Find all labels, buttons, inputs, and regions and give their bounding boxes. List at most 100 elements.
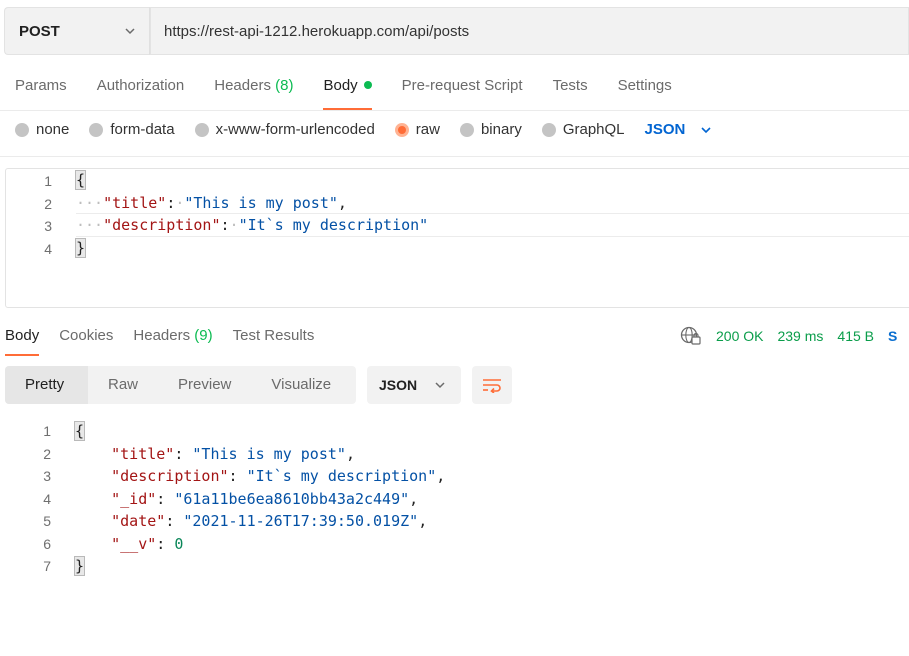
line-number: 6: [43, 535, 51, 552]
indent-dots: ·: [229, 216, 239, 234]
line-number: 4: [43, 490, 51, 507]
tab-label: Test Results: [232, 327, 315, 344]
radio-label: raw: [415, 121, 440, 138]
colon: :: [156, 489, 175, 508]
radio-binary[interactable]: binary: [459, 121, 522, 138]
tab-response-headers[interactable]: Headers (9): [133, 326, 212, 348]
method-select[interactable]: POST: [4, 7, 149, 55]
json-key: "date": [111, 512, 166, 530]
line-number: 3: [44, 218, 52, 234]
tab-label: Headers: [133, 327, 191, 344]
json-key: "title": [111, 444, 175, 463]
colon: :: [220, 216, 230, 234]
radio-circle-icon: [194, 122, 209, 137]
headers-count: (8): [275, 77, 294, 94]
chevron-down-icon: [435, 382, 445, 389]
tab-body[interactable]: Body: [323, 76, 372, 110]
radio-label: binary: [480, 121, 522, 138]
comma: ,: [436, 467, 446, 485]
radio-circle-icon: [89, 122, 104, 137]
body-format-select[interactable]: JSON: [645, 121, 714, 138]
comma: ,: [337, 193, 347, 212]
line-numbers: 1 2 3 4 5 6 7: [31, 420, 51, 578]
tab-headers[interactable]: Headers (8): [214, 76, 293, 100]
colon: :: [165, 512, 184, 530]
radio-none[interactable]: none: [15, 121, 69, 138]
response-format-select[interactable]: JSON: [367, 366, 461, 404]
radio-x-www-form-urlencoded[interactable]: x-www-form-urlencoded: [194, 121, 375, 138]
radio-circle-icon: [15, 122, 29, 137]
status-code[interactable]: 200 OK: [716, 328, 763, 344]
json-key: "description": [103, 216, 221, 234]
open-brace: {: [73, 421, 86, 441]
tab-settings[interactable]: Settings: [618, 76, 672, 100]
tab-cookies[interactable]: Cookies: [59, 326, 113, 348]
method-label: POST: [19, 22, 60, 40]
view-tab-visualize[interactable]: Visualize: [251, 366, 351, 404]
tab-label: Authorization: [96, 77, 185, 94]
response-time[interactable]: 239 ms: [777, 328, 823, 344]
json-key: "description": [111, 467, 229, 485]
line-number: 4: [44, 240, 52, 257]
request-body-editor[interactable]: 1 2 3 4 {···"title":·"This is my post", ·…: [5, 168, 909, 308]
tab-label: Raw: [108, 376, 139, 393]
radio-label: none: [36, 121, 70, 138]
request-bar: POST https://rest-api-1212.herokuapp.com…: [4, 7, 909, 55]
colon: :: [166, 193, 176, 212]
tab-authorization[interactable]: Authorization: [97, 76, 185, 100]
comma: ,: [418, 512, 428, 530]
url-text: https://rest-api-1212.herokuapp.com/api/…: [164, 22, 470, 40]
divider: [0, 156, 909, 157]
comma: ,: [345, 444, 355, 463]
line-number: 5: [43, 513, 51, 529]
tab-label: Body: [323, 77, 358, 94]
close-brace: }: [73, 556, 86, 576]
json-key: "__v": [111, 534, 157, 553]
url-input[interactable]: https://rest-api-1212.herokuapp.com/api/…: [150, 7, 909, 55]
save-response-truncated[interactable]: S: [888, 328, 897, 344]
json-value: 0: [174, 534, 184, 553]
tab-params[interactable]: Params: [15, 76, 67, 100]
tab-label: Cookies: [59, 327, 114, 344]
tab-label: Pretty: [25, 376, 65, 393]
code-content: {···"title":·"This is my post", ···"descr…: [74, 169, 429, 259]
tab-tests[interactable]: Tests: [553, 76, 588, 100]
tab-label: Preview: [178, 376, 232, 393]
line-number: 2: [43, 445, 51, 462]
view-tab-pretty[interactable]: Pretty: [5, 366, 88, 404]
chevron-down-icon: [125, 28, 135, 35]
radio-circle-icon: [541, 122, 556, 137]
tab-response-body[interactable]: Body: [5, 326, 40, 356]
colon: :: [228, 467, 247, 485]
tab-label: Headers: [214, 77, 271, 94]
response-body-viewer[interactable]: 1 2 3 4 5 6 7 { "title": "This is my pos…: [5, 420, 909, 580]
json-key: "_id": [111, 489, 157, 508]
radio-raw[interactable]: raw: [394, 121, 440, 138]
tab-label: Visualize: [271, 376, 332, 393]
chevron-down-icon: [701, 126, 711, 133]
wrap-lines-button[interactable]: [472, 366, 512, 404]
tab-label: Tests: [552, 77, 588, 94]
comma: ,: [409, 489, 419, 508]
colon: :: [156, 534, 175, 553]
globe-icon[interactable]: [680, 326, 702, 346]
view-tab-raw[interactable]: Raw: [88, 366, 158, 404]
tab-label: Settings: [617, 77, 672, 94]
json-value: "It`s my description": [238, 216, 429, 234]
divider: [0, 110, 909, 111]
view-tab-preview[interactable]: Preview: [158, 366, 251, 404]
headers-count: (9): [194, 327, 213, 344]
response-size[interactable]: 415 B: [837, 328, 874, 344]
json-value: "This is my post": [192, 444, 346, 463]
json-key: "title": [103, 193, 167, 212]
radio-form-data[interactable]: form-data: [89, 121, 175, 138]
tab-pre-request-script[interactable]: Pre-request Script: [402, 76, 523, 100]
tab-label: Body: [5, 327, 40, 344]
tab-test-results[interactable]: Test Results: [233, 326, 315, 348]
json-value: "61a11be6ea8610bb43a2c449": [174, 489, 410, 508]
radio-graphql[interactable]: GraphQL: [541, 121, 625, 138]
request-tabs: Params Authorization Headers (8) Body Pr…: [15, 76, 702, 110]
response-tabs: Body Cookies Headers (9) Test Results: [5, 326, 334, 356]
body-type-group: none form-data x-www-form-urlencoded raw…: [15, 121, 713, 138]
close-brace: }: [74, 237, 87, 258]
